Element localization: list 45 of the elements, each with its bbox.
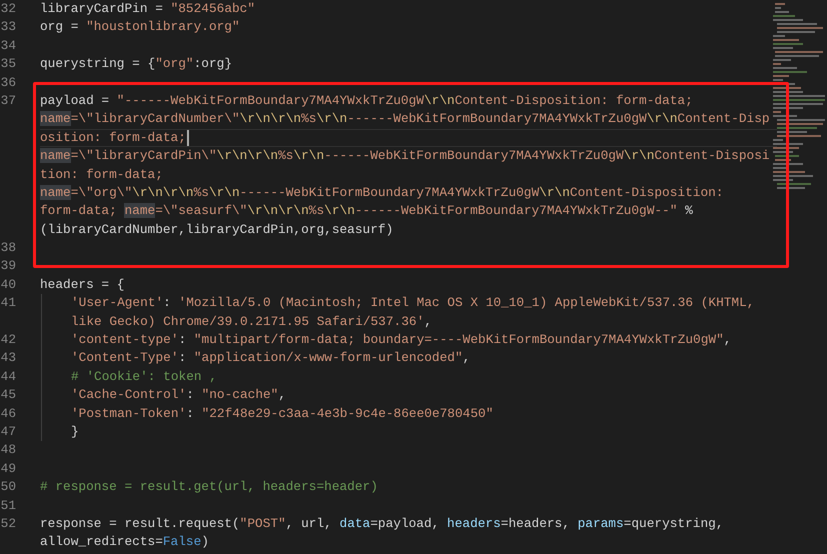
line-number: 48 — [0, 442, 16, 458]
code-line: like Gecko) Chrome/39.0.2171.95 Safari/537.36', — [71, 312, 432, 331]
line-number: 36 — [0, 74, 16, 90]
line-number: 39 — [0, 258, 16, 274]
code-line: libraryCardPin = "852456abc" — [40, 0, 256, 18]
code-line: querystring = {"org":org} — [40, 55, 232, 74]
line-number: 33 — [0, 19, 16, 34]
line-number: 42 — [0, 332, 16, 348]
code-line: 'Postman-Token': "22f48e29-c3aa-4e3b-9c4e-86ee0e780450" — [71, 404, 494, 423]
line-number: 34 — [0, 38, 16, 53]
line-number: 40 — [0, 276, 16, 292]
code-line: # 'Cookie': token , — [71, 368, 217, 386]
text-cursor — [186, 130, 189, 146]
line-number: 49 — [0, 460, 16, 476]
code-line: allow_redirects=False) — [40, 533, 209, 552]
code-line: name=\"libraryCardNumber\"\r\n\r\n%s\r\n------WebKitFormBoundary7MA4YWxkTrZu0gW\r\nContent-Disp — [40, 110, 770, 128]
code-line: 'User-Agent': 'Mozilla/5.0 (Macintosh; Intel Mac OS X 10_10_1) AppleWebKit/537.36 (KHTML, — [71, 294, 754, 312]
code-line: response = result.request("POST", url, data=payload, headers=headers, params=querystring, — [40, 514, 724, 533]
code-line: osition: form-data; — [40, 128, 186, 147]
code-line: headers = { — [40, 276, 124, 294]
line-number: 32 — [0, 1, 16, 16]
line-number: 43 — [0, 350, 16, 366]
line-number: 41 — [0, 295, 16, 310]
line-number: 37 — [0, 92, 16, 108]
code-line: 'Content-Type': "application/x-www-form-urlencoded", — [71, 349, 470, 368]
line-number: 50 — [0, 479, 16, 494]
code-line: form-data; name=\"seasurf\"\r\n\r\n%s\r\n------WebKitFormBoundary7MA4YWxkTrZu0gW--" % — [40, 202, 693, 220]
code-line: # response = result.get(url, headers=header) — [40, 478, 378, 496]
line-number: 44 — [0, 368, 16, 384]
code-line: payload = "------WebKitFormBoundary7MA4YWxkTrZu0gW\r\nContent-Disposition: form-data; — [40, 92, 693, 110]
line-number: 35 — [0, 56, 16, 72]
line-number: 47 — [0, 424, 16, 439]
code-line: } — [71, 422, 79, 441]
code-line: org = "houstonlibrary.org" — [40, 18, 240, 36]
code-line: 'content-type': "multipart/form-data; boundary=----WebKitFormBoundary7MA4YWxkTrZu0gW", — [71, 331, 732, 350]
code-line: tion: form-data; — [40, 166, 163, 184]
code-line: name=\"libraryCardPin\"\r\n\r\n%s\r\n------WebKitFormBoundary7MA4YWxkTrZu0gW\r\nContent-Disposi — [40, 147, 770, 166]
line-number: 46 — [0, 406, 16, 421]
line-number: 51 — [0, 498, 16, 513]
line-number: 38 — [0, 240, 16, 256]
code-line: name=\"org\"\r\n\r\n%s\r\n------WebKitFormBoundary7MA4YWxkTrZu0gW\r\nContent-Disposition: — [40, 184, 724, 202]
code-line: (libraryCardNumber,libraryCardPin,org,seasurf) — [40, 220, 394, 239]
line-number: 52 — [0, 516, 16, 531]
code-line: 'Cache-Control': "no-cache", — [71, 386, 286, 404]
line-number: 45 — [0, 387, 16, 402]
